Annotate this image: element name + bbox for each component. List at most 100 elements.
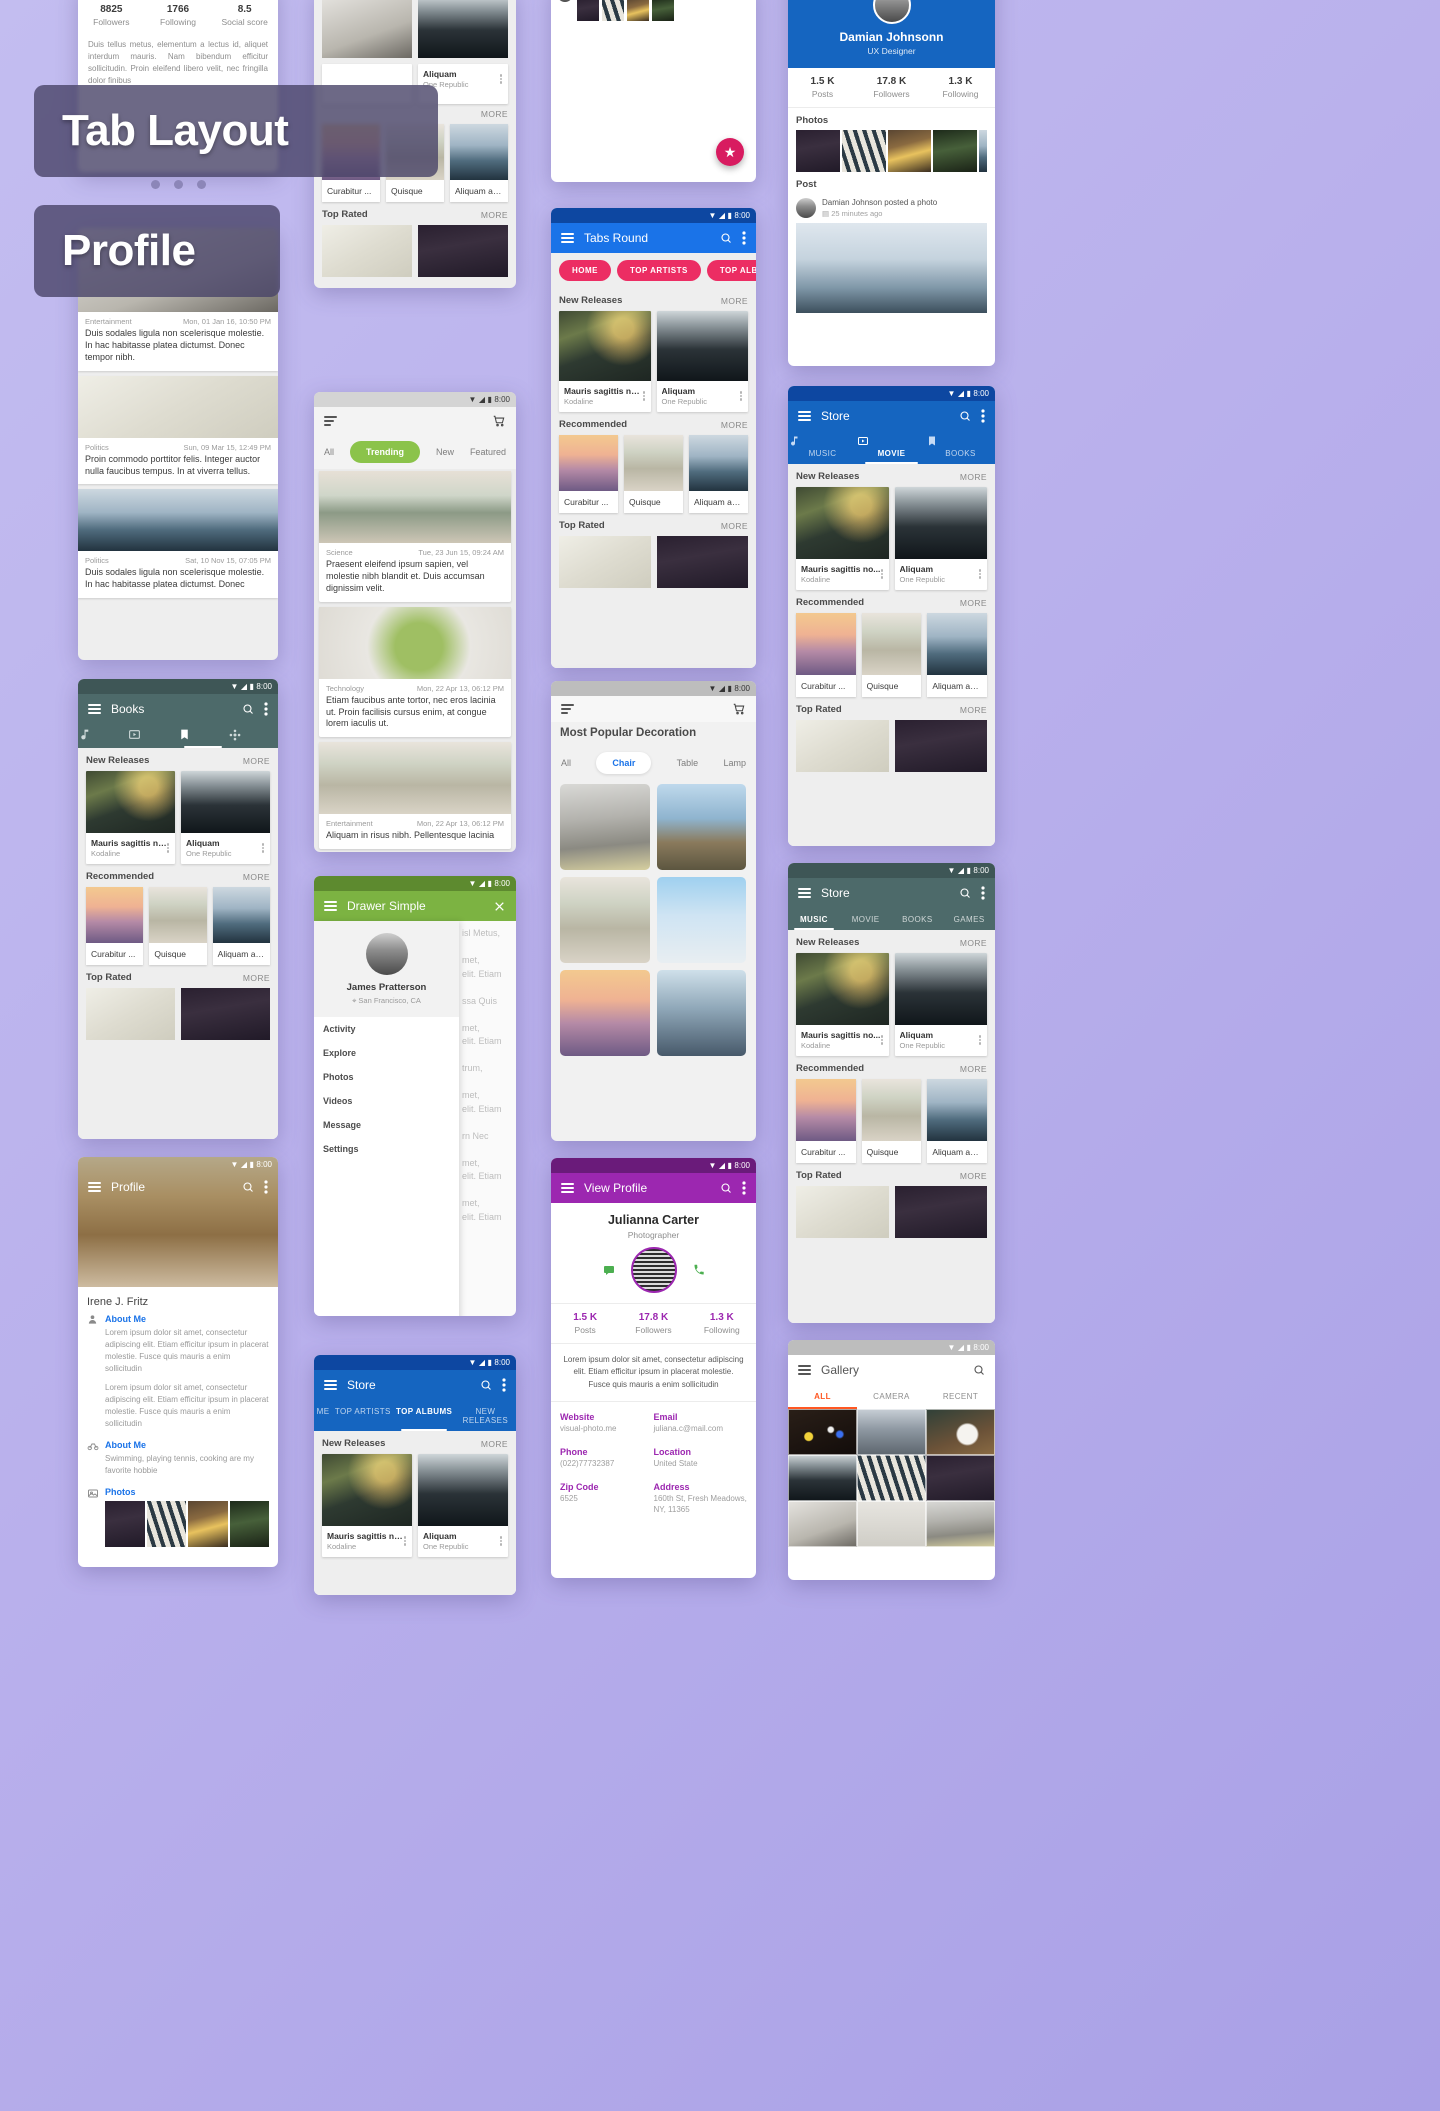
photo-thumb[interactable] — [146, 1501, 186, 1547]
more-link[interactable]: MORE — [721, 296, 748, 306]
media-card[interactable]: Aliquam One Republic — [894, 953, 987, 1056]
overflow-menu-icon[interactable] — [262, 842, 265, 854]
more-link[interactable]: MORE — [960, 598, 987, 608]
small-card[interactable]: Quisque — [861, 1079, 922, 1163]
overflow-menu-icon[interactable] — [264, 702, 268, 716]
tab-games[interactable]: GAMES — [943, 908, 995, 930]
tab-featured[interactable]: Featured — [470, 447, 506, 457]
message-icon[interactable] — [603, 1264, 615, 1276]
tab-movie[interactable]: MOVIE — [840, 908, 892, 930]
drawer-item-videos[interactable]: Videos — [314, 1089, 459, 1113]
overflow-menu-icon[interactable] — [740, 390, 743, 402]
gallery-tile[interactable] — [788, 1501, 857, 1547]
small-card[interactable]: Curabitur ... — [559, 435, 618, 513]
search-icon[interactable] — [973, 1364, 985, 1376]
photo-thumb[interactable] — [979, 130, 987, 172]
search-icon[interactable] — [959, 410, 971, 422]
more-link[interactable]: MORE — [960, 472, 987, 482]
overflow-menu-icon[interactable] — [979, 568, 982, 580]
hamburger-icon[interactable] — [324, 1380, 337, 1390]
dot[interactable] — [150, 180, 160, 189]
shopping-cart-icon[interactable] — [492, 414, 506, 428]
more-link[interactable]: MORE — [481, 109, 508, 119]
gallery-tile[interactable] — [788, 1455, 857, 1501]
drawer-item-photos[interactable]: Photos — [314, 1065, 459, 1089]
shopping-cart-icon[interactable] — [732, 702, 746, 716]
chip-home[interactable]: HOME — [559, 260, 611, 281]
small-card[interactable]: Quisque — [861, 613, 922, 697]
favorite-fab[interactable]: ★ — [716, 138, 744, 166]
decoration-tile[interactable] — [560, 877, 650, 964]
search-icon[interactable] — [959, 887, 971, 899]
media-card[interactable]: Aliquam One Republic — [656, 311, 748, 412]
overflow-menu-icon[interactable] — [500, 73, 503, 85]
top-rated-thumbnail[interactable] — [656, 536, 748, 588]
tab-music[interactable]: MUSIC — [788, 431, 857, 464]
dot[interactable] — [196, 180, 206, 189]
activity-thumb[interactable] — [652, 0, 674, 21]
small-card[interactable]: Curabitur ... — [86, 887, 144, 965]
media-card[interactable]: Aliquam One Republic — [418, 1454, 508, 1557]
hamburger-icon[interactable] — [561, 704, 574, 714]
small-card[interactable]: Curabitur ... — [796, 613, 856, 697]
tab-top-albums[interactable]: TOP ALBUMS — [393, 1400, 454, 1431]
gallery-tile[interactable] — [788, 1409, 857, 1455]
tab-music[interactable]: MUSIC — [788, 908, 840, 930]
search-icon[interactable] — [242, 703, 254, 715]
more-link[interactable]: MORE — [960, 1171, 987, 1181]
trending-item[interactable]: Entertainment Mon, 22 Apr 13, 06:12 PM Al… — [319, 742, 511, 850]
carousel-dots[interactable] — [78, 180, 278, 189]
gallery-tile[interactable] — [925, 1501, 995, 1547]
tab-trending[interactable]: Trending — [349, 441, 420, 463]
activity-thumb[interactable] — [602, 0, 624, 21]
drawer-item-settings[interactable]: Settings — [314, 1137, 459, 1161]
tab-home[interactable]: ME — [314, 1400, 332, 1431]
tab-recent[interactable]: RECENT — [926, 1385, 995, 1409]
tab-books[interactable]: BOOKS — [926, 431, 995, 464]
close-icon[interactable] — [493, 900, 506, 913]
more-link[interactable]: MORE — [721, 420, 748, 430]
hamburger-icon[interactable] — [798, 411, 811, 421]
top-rated-thumbnail[interactable] — [894, 1186, 987, 1238]
small-card[interactable]: Aliquam ac ... — [450, 124, 508, 202]
tab-new-releases[interactable]: NEW RELEASES — [455, 1400, 516, 1431]
more-link[interactable]: MORE — [960, 938, 987, 948]
drawer-item-activity[interactable]: Activity — [314, 1017, 459, 1041]
news-item[interactable]: Politics Sun, 09 Mar 15, 12:49 PM Proin … — [78, 375, 278, 485]
books-tabs[interactable] — [78, 724, 278, 748]
top-rated-thumbnail[interactable] — [86, 988, 175, 1040]
overflow-menu-icon[interactable] — [981, 409, 985, 423]
store-tabs[interactable]: MUSIC MOVIE BOOKS — [788, 431, 995, 464]
top-rated-thumbnail[interactable] — [559, 536, 651, 588]
small-card[interactable]: Curabitur ... — [796, 1079, 856, 1163]
photo-thumb[interactable] — [887, 130, 932, 172]
top-rated-thumbnail[interactable] — [796, 1186, 889, 1238]
chip-top-artists[interactable]: TOP ARTISTS — [617, 260, 701, 281]
top-rated-thumbnail[interactable] — [322, 225, 412, 277]
media-card[interactable]: Mauris sagittis no... Kodaline — [796, 487, 889, 590]
top-rated-thumbnail[interactable] — [796, 720, 889, 772]
overflow-menu-icon[interactable] — [502, 1378, 506, 1392]
trending-item[interactable]: Technology Mon, 22 Apr 13, 06:12 PM Etiam… — [319, 606, 511, 738]
small-card[interactable]: Quisque — [149, 887, 207, 965]
hamburger-icon[interactable] — [324, 901, 337, 911]
round-tab-chips[interactable]: HOME TOP ARTISTS TOP ALBUMS — [551, 253, 756, 288]
more-link[interactable]: MORE — [481, 210, 508, 220]
photos-heading[interactable]: Photos — [105, 1487, 269, 1497]
about-heading[interactable]: About Me — [105, 1314, 269, 1324]
gallery-tile[interactable] — [856, 1455, 926, 1501]
avatar[interactable] — [872, 0, 911, 24]
more-link[interactable]: MORE — [481, 1439, 508, 1449]
overflow-menu-icon[interactable] — [167, 842, 170, 854]
hamburger-icon[interactable] — [324, 416, 337, 426]
trending-tabs[interactable]: All Trending New Featured — [314, 435, 516, 469]
hobbies-heading[interactable]: About Me — [105, 1440, 269, 1450]
drawer-menu[interactable]: Activity Explore Photos Videos Message S… — [314, 1017, 459, 1161]
search-icon[interactable] — [720, 1182, 732, 1194]
overflow-menu-icon[interactable] — [404, 1535, 407, 1547]
tab-new[interactable]: New — [436, 447, 454, 457]
activity-thumb[interactable] — [577, 0, 599, 21]
news-item[interactable]: Entertainment Mon, 01 Jan 16, 10:50 PM D… — [78, 312, 278, 371]
top-rated-thumbnail[interactable] — [418, 225, 508, 277]
tab-chair[interactable]: Chair — [596, 752, 652, 775]
